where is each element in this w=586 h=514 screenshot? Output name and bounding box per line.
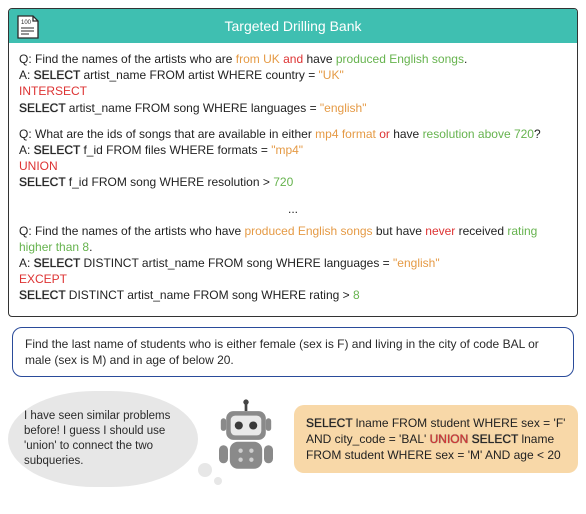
example-2: Q: What are the ids of songs that are av…	[19, 126, 567, 191]
sql-value: 8	[353, 288, 360, 302]
robot-icon	[206, 398, 286, 480]
q-highlight: produced English songs	[244, 224, 372, 238]
sql-value: 720	[273, 175, 293, 189]
example-3: Q: Find the names of the artists who hav…	[19, 223, 567, 304]
q-conj: never	[425, 224, 455, 238]
q-highlight: from UK	[236, 52, 280, 66]
task-question-text: Find the last name of students who is ei…	[25, 337, 539, 367]
example-answer-line1: A: SELECT DISTINCT artist_name FROM song…	[19, 255, 567, 271]
thought-bubble: I have seen similar problems before! I g…	[8, 391, 198, 487]
a-prefix: A:	[19, 256, 34, 270]
sql-keyword: SELECT	[306, 416, 352, 430]
q-conj: and	[280, 52, 307, 66]
card-body: Q: Find the names of the artists who are…	[9, 43, 577, 316]
q-text: have	[307, 52, 336, 66]
example-answer-line1: A: SELECT f_id FROM files WHERE formats …	[19, 142, 567, 158]
q-text: ?	[534, 127, 541, 141]
set-operator: UNION	[19, 158, 567, 174]
answer-bubble: SELECT lname FROM student WHERE sex = 'F…	[294, 405, 578, 474]
ellipsis: ...	[19, 201, 567, 217]
q-text: have	[393, 127, 422, 141]
sql-keyword: SELECT	[472, 432, 518, 446]
drilling-bank-card: 100 Targeted Drilling Bank Q: Find the n…	[8, 8, 578, 317]
q-text: Q: What are the ids of songs that are av…	[19, 127, 315, 141]
bottom-row: I have seen similar problems before! I g…	[8, 391, 578, 491]
sql-keyword: SELECT	[19, 101, 65, 115]
q-text: but have	[373, 224, 426, 238]
q-highlight: produced English songs	[336, 52, 464, 66]
sql-text: f_id FROM files WHERE formats =	[80, 143, 271, 157]
q-text: Q: Find the names of the artists who are	[19, 52, 236, 66]
sql-text: DISTINCT artist_name FROM song WHERE rat…	[65, 288, 353, 302]
sql-keyword: SELECT	[34, 143, 80, 157]
example-answer-line1: A: SELECT artist_name FROM artist WHERE …	[19, 67, 567, 83]
q-conj: or	[376, 127, 393, 141]
sql-value: "UK"	[319, 68, 344, 82]
sql-value: "english"	[320, 101, 367, 115]
card-title: Targeted Drilling Bank	[49, 18, 537, 34]
svg-text:100: 100	[21, 20, 32, 26]
example-question: Q: What are the ids of songs that are av…	[19, 126, 567, 142]
example-answer-line2: SELECT f_id FROM song WHERE resolution >…	[19, 174, 567, 190]
a-prefix: A:	[19, 68, 34, 82]
example-answer-line2: SELECT DISTINCT artist_name FROM song WH…	[19, 287, 567, 303]
q-text: .	[89, 240, 92, 254]
sql-keyword: SELECT	[34, 256, 80, 270]
a-prefix: A:	[19, 143, 34, 157]
sql-text: artist_name FROM artist WHERE country =	[80, 68, 318, 82]
example-question: Q: Find the names of the artists who are…	[19, 51, 567, 67]
sql-text: artist_name FROM song WHERE languages =	[65, 101, 319, 115]
q-text: Q: Find the names of the artists who hav…	[19, 224, 244, 238]
example-answer-line2: SELECT artist_name FROM song WHERE langu…	[19, 100, 567, 116]
q-highlight: mp4 format	[315, 127, 376, 141]
sql-keyword: SELECT	[19, 288, 65, 302]
sql-keyword: SELECT	[19, 175, 65, 189]
example-question: Q: Find the names of the artists who hav…	[19, 223, 567, 255]
q-text: .	[464, 52, 467, 66]
sql-value: "english"	[393, 256, 440, 270]
set-operator: UNION	[430, 432, 469, 446]
set-operator: EXCEPT	[19, 271, 567, 287]
task-question-box: Find the last name of students who is ei…	[12, 327, 574, 377]
example-1: Q: Find the names of the artists who are…	[19, 51, 567, 116]
sql-text: f_id FROM song WHERE resolution >	[65, 175, 273, 189]
sql-value: "mp4"	[271, 143, 303, 157]
q-text: received	[455, 224, 507, 238]
score-sheet-icon: 100	[17, 13, 39, 39]
card-header: 100 Targeted Drilling Bank	[9, 9, 577, 43]
sql-keyword: SELECT	[34, 68, 80, 82]
sql-text: DISTINCT artist_name FROM song WHERE lan…	[80, 256, 393, 270]
q-highlight: resolution above 720	[423, 127, 534, 141]
set-operator: INTERSECT	[19, 83, 567, 99]
thought-text: I have seen similar problems before! I g…	[24, 410, 170, 467]
